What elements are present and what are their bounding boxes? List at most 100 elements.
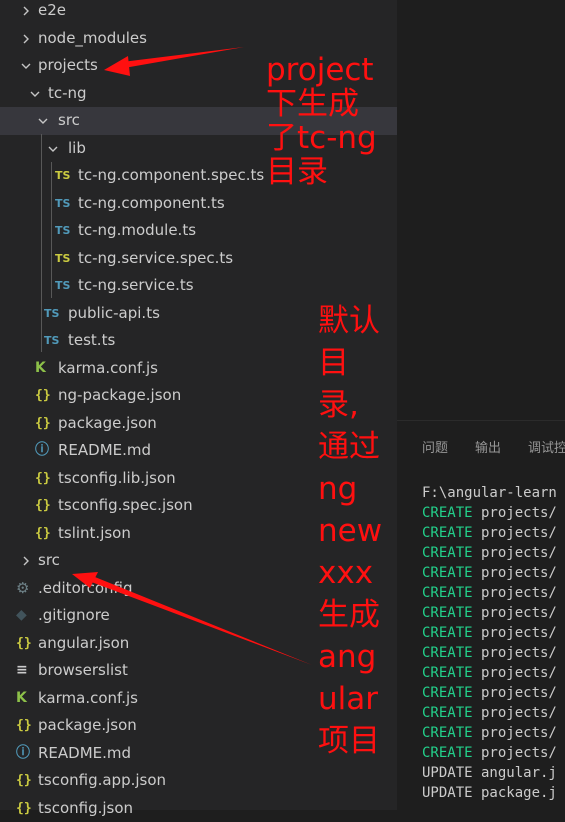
tree-item-label: package.json (38, 712, 137, 740)
annotation-text: ular (318, 682, 378, 716)
terminal-keyword: CREATE (422, 585, 473, 601)
tree-item-label: browserslist (38, 657, 128, 685)
tree-item-label: package.json (58, 410, 157, 438)
terminal-keyword: UPDATE (422, 765, 473, 781)
karma-icon: K (16, 685, 27, 713)
terminal-line: CREATE projects/ (422, 743, 557, 763)
terminal-line: CREATE projects/ (422, 723, 557, 743)
typescript-icon: TS (55, 272, 70, 300)
terminal-text: projects/ (473, 605, 557, 621)
chevron-right-icon[interactable] (20, 0, 34, 25)
terminal-line: CREATE projects/ (422, 583, 557, 603)
annotation-text: ng (318, 472, 357, 506)
typescript-spec-icon: TS (55, 162, 70, 190)
tree-item-label: tc-ng.service.ts (78, 272, 194, 300)
tab-debug-console[interactable]: 调试控 (528, 437, 565, 456)
terminal-keyword: CREATE (422, 565, 473, 581)
annotation-text: 通过 (318, 430, 380, 464)
tree-file[interactable]: TS tc-ng.component.ts (0, 190, 397, 218)
tree-item-label: node_modules (38, 25, 147, 53)
annotation-text: new (318, 514, 382, 548)
indent-guide (41, 134, 42, 352)
chevron-right-icon[interactable] (20, 25, 34, 53)
terminal-text: projects/ (473, 685, 557, 701)
json-icon: {} (16, 795, 32, 822)
tree-item-label: e2e (38, 0, 66, 25)
terminal-text: projects/ (473, 725, 557, 741)
tree-item-label: projects (38, 52, 98, 80)
terminal-text: projects/ (473, 665, 557, 681)
chevron-down-icon[interactable] (47, 135, 61, 163)
tree-item-label: tsconfig.spec.json (58, 492, 193, 520)
json-icon: {} (16, 767, 32, 795)
json-icon: {} (16, 630, 32, 658)
typescript-spec-icon: TS (55, 245, 70, 273)
terminal-keyword: CREATE (422, 605, 473, 621)
tree-file[interactable]: TStc-ng.component.spec.ts (0, 162, 397, 190)
terminal-text: projects/ (473, 625, 557, 641)
terminal-line: CREATE projects/ (422, 543, 557, 563)
chevron-down-icon[interactable] (29, 80, 43, 108)
indent-guide (51, 162, 52, 298)
terminal-line: CREATE projects/ (422, 603, 557, 623)
tree-item-label: tsconfig.app.json (38, 767, 166, 795)
tree-file[interactable]: TStc-ng.module.ts (0, 217, 397, 245)
terminal-keyword: CREATE (422, 625, 473, 641)
json-icon: {} (35, 410, 51, 438)
tree-item-label: angular.json (38, 630, 129, 658)
tree-item-label: .gitignore (38, 602, 110, 630)
annotation-text: 目 (318, 346, 349, 380)
tree-item-label: ng-package.json (58, 382, 181, 410)
terminal-keyword: CREATE (422, 505, 473, 521)
info-icon: ⓘ (35, 437, 49, 465)
terminal-line: CREATE projects/ (422, 663, 557, 683)
tree-file[interactable]: TS tc-ng.service.spec.ts (0, 245, 397, 273)
tree-item-label: public-api.ts (68, 300, 160, 328)
typescript-icon: TS (55, 190, 70, 218)
tree-item-label: README.md (58, 437, 151, 465)
tree-folder[interactable]: node_modules (0, 25, 397, 53)
tree-item-label: tc-ng.component.ts (78, 190, 225, 218)
annotation-text: 生成 (318, 598, 380, 632)
tree-item-label: lib (68, 135, 86, 163)
tree-item-label: tc-ng.service.spec.ts (78, 245, 233, 273)
tree-folder[interactable]: e2e (0, 0, 397, 25)
tree-item-label: karma.conf.js (38, 685, 138, 713)
terminal-text: projects/ (473, 545, 557, 561)
bottom-panel: 问题 输出 调试控 F:\angular-learn CREATE projec… (397, 420, 565, 811)
terminal-keyword: CREATE (422, 525, 473, 541)
tree-file[interactable]: TS tc-ng.service.ts (0, 272, 397, 300)
terminal-keyword: CREATE (422, 705, 473, 721)
terminal-keyword: CREATE (422, 545, 473, 561)
chevron-down-icon[interactable] (37, 107, 51, 135)
terminal-text: projects/ (473, 745, 557, 761)
editor-area (397, 0, 565, 420)
annotation-text: 录, (318, 388, 359, 422)
annotation-text: 默认 (318, 304, 380, 338)
annotation-text: 下生成 (266, 87, 359, 121)
chevron-down-icon[interactable] (20, 52, 34, 80)
terminal-keyword: CREATE (422, 745, 473, 761)
chevron-right-icon[interactable] (20, 547, 34, 575)
terminal-text: projects/ (473, 705, 557, 721)
tree-item-label: tslint.json (58, 520, 131, 548)
terminal-keyword: UPDATE (422, 785, 473, 801)
terminal-line: CREATE projects/ (422, 503, 557, 523)
tree-file[interactable]: {}tsconfig.app.json (0, 767, 397, 795)
tree-item-label: .editorconfig (38, 575, 132, 603)
json-icon: {} (35, 465, 51, 493)
tree-file[interactable]: {}tsconfig.json (0, 795, 397, 822)
terminal-text: projects/ (473, 505, 557, 521)
tree-item-label: tc-ng.module.ts (78, 217, 196, 245)
terminal-line: CREATE projects/ (422, 623, 557, 643)
typescript-icon: TS (44, 327, 59, 355)
annotation-text: 了tc-ng (266, 121, 377, 155)
terminal-text: package.j (473, 785, 557, 801)
terminal-keyword: CREATE (422, 665, 473, 681)
tab-problems[interactable]: 问题 (422, 437, 448, 456)
tree-item-label: README.md (38, 740, 131, 768)
tree-item-label: tsconfig.lib.json (58, 465, 176, 493)
tab-output[interactable]: 输出 (475, 437, 501, 456)
git-icon: ◆ (16, 602, 27, 630)
terminal-text: projects/ (473, 645, 557, 661)
